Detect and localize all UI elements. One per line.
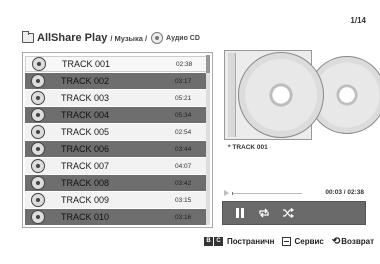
- cd-case-spine: [228, 53, 236, 137]
- cd-icon: [31, 193, 45, 207]
- track-duration: 04:07: [175, 162, 192, 170]
- play-indicator-icon: [224, 190, 229, 196]
- page-counter: 1/14: [350, 16, 366, 25]
- repeat-icon[interactable]: [257, 206, 271, 220]
- footer-hints: B C Постраничн Сервис ⟲ Возврат: [204, 234, 374, 248]
- track-name: TRACK 004: [61, 110, 110, 120]
- track-duration: 03:15: [175, 196, 192, 204]
- track-duration: 03:17: [175, 77, 192, 85]
- cd-icon: [31, 142, 45, 156]
- key-c[interactable]: C: [214, 236, 224, 246]
- track-name: TRACK 003: [61, 93, 110, 103]
- cd-icon: [31, 91, 45, 105]
- now-playing-label: * TRACK 001: [228, 144, 268, 151]
- track-name: TRACK 005: [61, 127, 110, 137]
- page-hint[interactable]: Постраничн: [227, 237, 274, 246]
- track-duration: 05:21: [175, 94, 192, 102]
- pause-icon[interactable]: [233, 206, 247, 220]
- track-name: TRACK 008: [61, 178, 110, 188]
- track-row[interactable]: TRACK 009 03:15: [25, 192, 207, 208]
- cd-icon: [32, 57, 46, 71]
- track-name: TRACK 009: [61, 195, 110, 205]
- track-duration: 02:54: [175, 128, 192, 136]
- track-duration: 03:44: [175, 145, 192, 153]
- elapsed-time: 00:03 / 02:38: [325, 189, 364, 196]
- breadcrumb-music: / Музыка /: [110, 33, 148, 43]
- key-b[interactable]: B: [204, 236, 214, 246]
- return-hint[interactable]: Возврат: [341, 237, 374, 246]
- app-title: AllShare Play: [37, 32, 108, 44]
- track-row[interactable]: TRACK 005 02:54: [25, 124, 207, 140]
- progress-bar[interactable]: [232, 192, 302, 195]
- track-row[interactable]: TRACK 010 03:16: [25, 209, 207, 225]
- track-row[interactable]: TRACK 006 03:44: [25, 141, 207, 157]
- cd-disc-front-icon: [238, 52, 324, 138]
- track-list-scrollbar[interactable]: [206, 55, 210, 225]
- track-row[interactable]: TRACK 007 04:07: [25, 158, 207, 174]
- cd-icon: [31, 125, 45, 139]
- music-player-screen: AllShare Play / Музыка / Аудио CD 1/14 T…: [0, 0, 380, 264]
- track-row[interactable]: TRACK 008 03:42: [25, 175, 207, 191]
- track-row[interactable]: TRACK 004 05:34: [25, 107, 207, 123]
- track-duration: 03:42: [175, 179, 192, 187]
- shuffle-icon[interactable]: [281, 206, 295, 220]
- cd-icon: [31, 210, 45, 224]
- track-name: TRACK 010: [61, 212, 110, 222]
- cd-icon: [31, 159, 45, 173]
- track-row[interactable]: TRACK 001 02:38: [25, 56, 207, 72]
- track-row[interactable]: TRACK 002 03:17: [25, 73, 207, 89]
- progress-fill: [232, 192, 234, 195]
- breadcrumb-audio-cd: Аудио CD: [166, 34, 200, 42]
- now-playing-track: TRACK 001: [232, 144, 268, 151]
- track-duration: 02:38: [176, 60, 193, 68]
- playback-progress: 00:03 / 02:38: [224, 189, 364, 197]
- tools-hint[interactable]: Сервис: [294, 237, 323, 246]
- return-icon: ⟲: [331, 235, 341, 247]
- track-duration: 05:34: [175, 111, 192, 119]
- album-art: [224, 50, 380, 140]
- track-name: TRACK 001: [62, 59, 111, 69]
- header: AllShare Play / Музыка / Аудио CD: [22, 30, 200, 46]
- track-name: TRACK 007: [61, 161, 110, 171]
- cd-icon: [31, 108, 45, 122]
- cd-icon: [31, 176, 45, 190]
- tools-icon: [282, 236, 292, 246]
- track-row[interactable]: TRACK 003 05:21: [25, 90, 207, 106]
- folder-icon: [22, 31, 34, 43]
- track-name: TRACK 002: [61, 76, 110, 86]
- cd-icon: [151, 32, 164, 44]
- playback-controls: [222, 201, 366, 225]
- scrollbar-thumb[interactable]: [206, 55, 210, 73]
- track-name: TRACK 006: [61, 144, 110, 154]
- track-duration: 03:16: [175, 213, 192, 221]
- cd-icon: [31, 74, 45, 88]
- track-list: TRACK 001 02:38 TRACK 002 03:17 TRACK 00…: [22, 52, 213, 228]
